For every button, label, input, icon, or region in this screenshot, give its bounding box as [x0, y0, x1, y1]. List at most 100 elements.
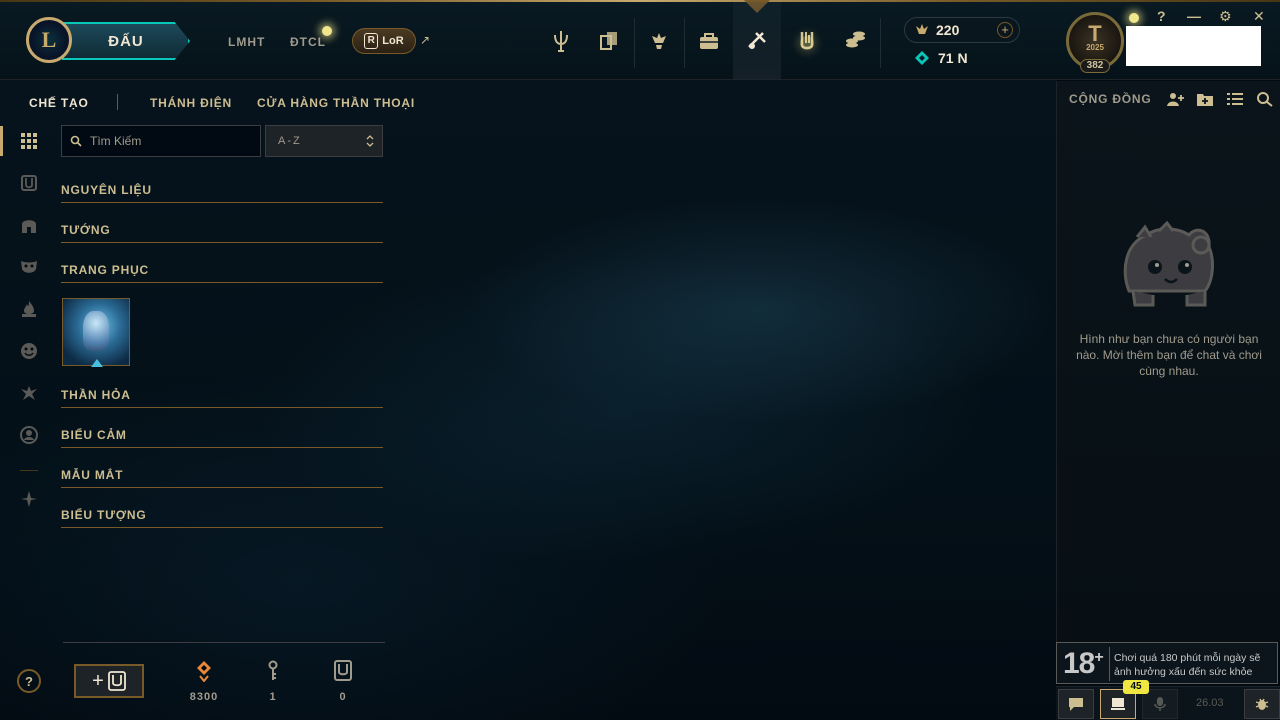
skin-art [83, 311, 109, 351]
orange-essence-counter: 8300 [184, 660, 224, 703]
poro-mascot-icon [1123, 221, 1214, 307]
key-counter: 1 [253, 660, 293, 703]
lor-button[interactable]: R LoR [352, 28, 416, 54]
settings-button[interactable]: ⚙ [1219, 8, 1232, 25]
help-button[interactable]: ? [1157, 8, 1166, 24]
nav-separator [684, 18, 685, 68]
blue-essence-amount: 220 [936, 22, 960, 38]
chest-count: 0 [339, 691, 347, 703]
avatar-emblem: T [1088, 21, 1102, 46]
notification-dot [322, 26, 332, 36]
category-emotes[interactable]: BIỂU CẢM [61, 428, 383, 448]
nav-lmht[interactable]: LMHT [228, 35, 265, 49]
close-button[interactable]: ✕ [1253, 8, 1265, 25]
tab-sanctum[interactable]: THÁNH ĐIỆN [150, 96, 232, 110]
sidebar-active-indicator [0, 126, 3, 156]
add-label: + [92, 669, 104, 692]
emblem-chest-icon[interactable] [18, 172, 40, 194]
subnav-separator [117, 94, 118, 110]
rarity-gem-icon [91, 359, 103, 367]
emote-face-icon[interactable] [18, 340, 40, 362]
category-eternals[interactable]: THẦN HỎA [61, 388, 383, 408]
riot-points-amount: 71 N [938, 50, 968, 66]
logo-letter: L [41, 27, 57, 52]
buy-rp-button[interactable]: + [997, 22, 1013, 38]
search-input[interactable] [90, 134, 250, 148]
chat-button[interactable] [1058, 689, 1094, 719]
nav-dtcl[interactable]: ĐTCL [290, 35, 326, 49]
tab-crafting[interactable]: CHẾ TẠO [29, 96, 89, 110]
add-chest-button[interactable]: + [74, 664, 144, 698]
profile-notification-dot [1129, 13, 1139, 23]
client-version: 26.03 [1196, 697, 1224, 709]
search-icon[interactable] [1255, 90, 1275, 108]
grid-all-icon[interactable] [18, 130, 40, 152]
blue-essence-icon [916, 24, 928, 34]
category-skins[interactable]: TRANG PHỤC [61, 263, 383, 283]
ward-flame-icon[interactable] [18, 298, 40, 320]
notification-count-badge: 45 [1123, 680, 1149, 694]
play-label: ĐẤU [108, 32, 144, 50]
eternal-icon[interactable] [18, 382, 40, 404]
home-trident-icon[interactable] [542, 22, 580, 60]
lor-icon: R [364, 33, 379, 49]
category-icons[interactable]: BIỂU TƯỢNG [61, 508, 383, 528]
list-view-icon[interactable] [1225, 90, 1245, 108]
bug-icon [1255, 698, 1269, 710]
summoner-level: 382 [1080, 59, 1110, 73]
search-field[interactable] [61, 125, 261, 157]
glow-indicator [800, 36, 814, 50]
helmet-champion-icon[interactable] [18, 214, 40, 236]
age-rating-number: 18 [1063, 647, 1095, 680]
orange-essence-count: 8300 [189, 691, 219, 703]
sort-dropdown[interactable]: A-Z [265, 125, 383, 157]
summoner-name-redacted [1126, 26, 1261, 66]
search-icon [70, 135, 82, 147]
tab-mythic-shop[interactable]: CỬA HÀNG THẦN THOẠI [257, 96, 415, 110]
social-footer [1056, 686, 1280, 720]
sidebar-divider [20, 470, 38, 471]
microphone-icon [1154, 697, 1166, 711]
category-materials[interactable]: NGUYÊN LIỆU [61, 183, 383, 203]
mask-skin-icon[interactable] [18, 256, 40, 278]
empty-friends-message: Hình như bạn chưa có người bạn nào. Mời … [1076, 332, 1262, 378]
social-title: CỘNG ĐỒNG [1069, 92, 1152, 106]
category-champions[interactable]: TƯỚNG [61, 223, 383, 243]
profile-icon-icon[interactable] [18, 424, 40, 446]
play-button[interactable]: ĐẤU [62, 22, 190, 60]
clash-trophy-icon[interactable] [640, 22, 678, 60]
age-warning-text: Chơi quá 180 phút mỗi ngày sẽ ảnh hưởng … [1114, 652, 1261, 678]
chat-bubble-icon [1069, 698, 1083, 711]
social-panel: CỘNG ĐỒNG Hình như bạn chưa có người bạn… [1056, 81, 1280, 642]
add-folder-icon[interactable] [1195, 90, 1215, 108]
riot-points-icon [915, 51, 929, 65]
orange-essence-icon [197, 661, 211, 682]
age-divider [1109, 647, 1110, 681]
collection-cards-icon[interactable] [590, 22, 628, 60]
lor-label: LoR [382, 35, 404, 47]
skin-shard-item[interactable] [62, 298, 130, 367]
loot-help-button[interactable]: ? [17, 669, 41, 693]
bug-report-button[interactable] [1244, 689, 1280, 719]
nav-separator [880, 18, 881, 68]
inventory-divider [63, 642, 385, 643]
store-coins-icon[interactable] [836, 22, 874, 60]
external-link-icon: ↗ [420, 33, 431, 47]
category-ward-skins[interactable]: MẪU MẮT [61, 468, 383, 488]
minimize-button[interactable]: — [1187, 8, 1201, 24]
top-bar: ĐẤU L LMHT ĐTCL R LoR ↗ 220 + 71 N T 202… [0, 0, 1280, 80]
profile-bag-icon[interactable] [690, 22, 728, 60]
sort-selected: A-Z [278, 135, 302, 147]
chest-counter: 0 [323, 660, 363, 703]
star-emblem-icon[interactable] [18, 488, 40, 510]
nav-separator [634, 18, 635, 68]
chest-icon [107, 671, 126, 691]
add-friend-icon[interactable] [1165, 90, 1185, 108]
chevron-updown-icon [366, 135, 374, 147]
chest-icon [334, 660, 352, 681]
league-logo-icon[interactable]: L [26, 17, 72, 63]
age-rating-plus: + [1094, 649, 1103, 666]
age-rating-notice: 18+ Chơi quá 180 phút mỗi ngày sẽ ảnh hư… [1056, 642, 1278, 684]
age-rating-badge: 18+ [1063, 647, 1104, 681]
loot-crafting-icon[interactable] [738, 22, 776, 60]
